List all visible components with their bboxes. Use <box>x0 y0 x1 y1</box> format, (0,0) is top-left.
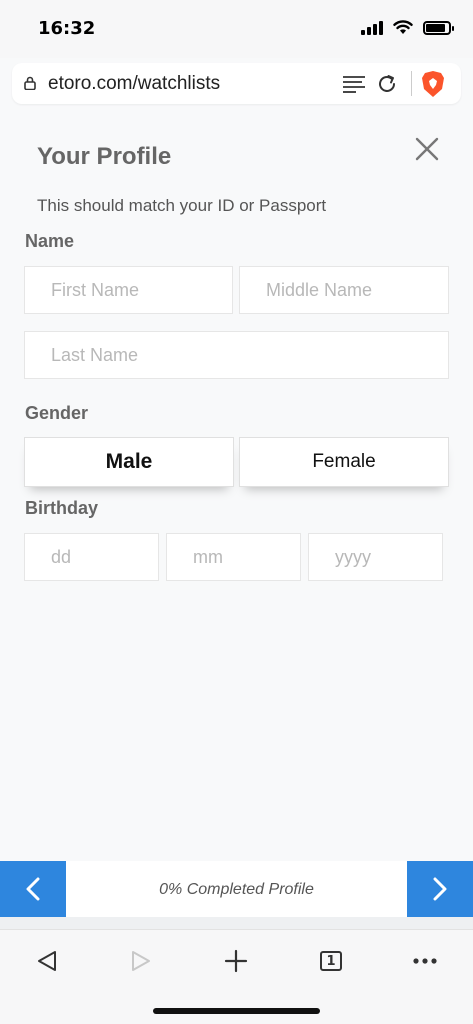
new-tab-button[interactable] <box>221 946 251 976</box>
gender-label: Gender <box>25 403 89 423</box>
more-dots-icon <box>413 958 437 964</box>
progress-bar: 0% Completed Profile <box>0 861 473 917</box>
url-divider <box>411 71 412 96</box>
battery-icon <box>423 20 454 35</box>
back-triangle-icon <box>38 951 56 971</box>
page-title: Your Profile <box>37 143 172 170</box>
name-label: Name <box>25 231 75 251</box>
status-icons <box>361 20 454 35</box>
tabs-button[interactable]: 1 <box>316 946 346 976</box>
gender-female-button[interactable]: Female <box>239 437 449 487</box>
plus-icon <box>224 949 248 973</box>
cellular-signal-icon <box>361 20 383 35</box>
first-name-input[interactable] <box>24 266 233 314</box>
forward-button[interactable] <box>126 946 156 976</box>
birthday-month-input[interactable] <box>166 533 301 581</box>
previous-step-button[interactable] <box>0 861 66 917</box>
address-bar[interactable]: etoro.com/watchlists <box>12 63 461 104</box>
birthday-label: Birthday <box>25 498 99 518</box>
gender-male-button[interactable]: Male <box>24 437 234 487</box>
birthday-day-input[interactable] <box>24 533 159 581</box>
chevron-left-icon <box>26 877 40 901</box>
more-menu-button[interactable] <box>410 946 440 976</box>
close-icon[interactable] <box>414 136 440 162</box>
tab-count-icon: 1 <box>320 951 342 971</box>
last-name-input[interactable] <box>24 331 449 379</box>
home-indicator <box>153 1008 320 1014</box>
wifi-icon <box>393 20 413 34</box>
brave-shield-icon[interactable] <box>420 70 446 98</box>
birthday-year-input[interactable] <box>308 533 443 581</box>
back-button[interactable] <box>32 946 62 976</box>
status-bar: 16:32 <box>0 0 473 58</box>
middle-name-input[interactable] <box>239 266 449 314</box>
progress-status-text: 0% Completed Profile <box>159 881 314 898</box>
url-text[interactable]: etoro.com/watchlists <box>48 73 220 95</box>
lock-icon <box>24 76 36 90</box>
page-subtitle: This should match your ID or Passport <box>37 196 327 215</box>
progress-track <box>0 917 473 929</box>
chevron-right-icon <box>433 877 447 901</box>
reader-mode-icon[interactable] <box>342 75 366 93</box>
next-step-button[interactable] <box>407 861 473 917</box>
forward-triangle-icon <box>132 951 150 971</box>
profile-panel: Your Profile This should match your ID o… <box>0 110 473 862</box>
reload-icon[interactable] <box>376 73 398 95</box>
status-time: 16:32 <box>38 18 96 39</box>
